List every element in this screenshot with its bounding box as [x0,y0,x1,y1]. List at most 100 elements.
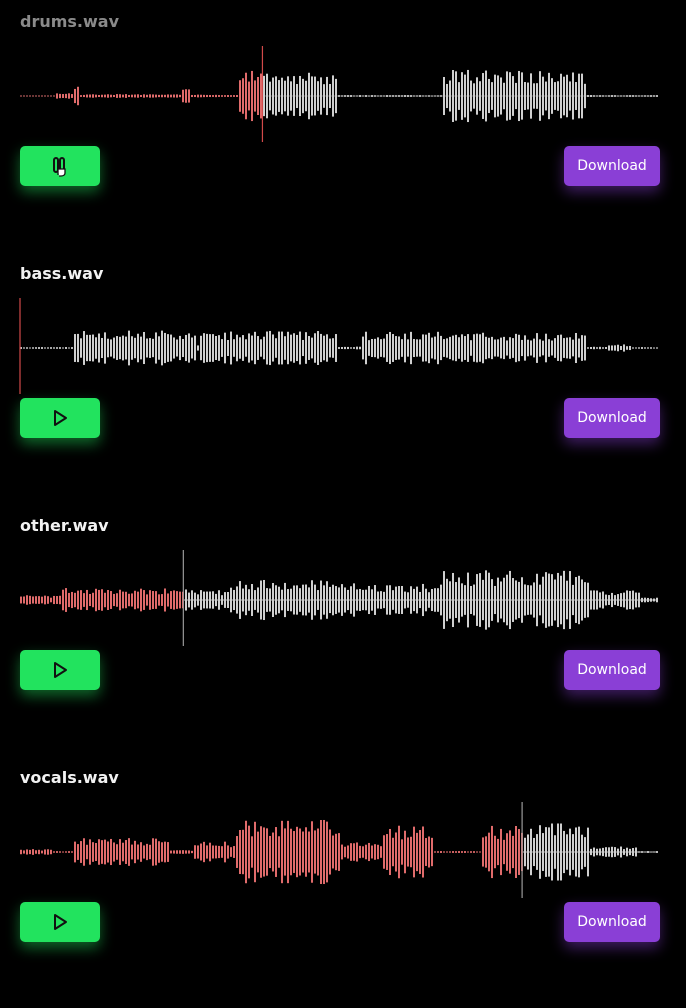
waveform-bar [203,591,205,609]
waveform-bar [200,843,202,861]
waveform-bar [140,336,142,360]
waveform-bar [275,338,277,358]
play-button[interactable] [20,902,100,942]
waveform-bar [653,347,655,349]
download-button[interactable]: Download [564,146,660,186]
waveform-bar [206,845,208,859]
waveform-bar [383,338,385,358]
pause-button[interactable] [20,146,100,186]
waveform-bar [440,851,442,853]
waveform-bar [536,83,538,109]
track-title: bass.wav [20,264,104,283]
waveform-bar [527,339,529,357]
waveform-bar [611,95,613,97]
waveform-bar [209,334,211,362]
waveform-bar [359,346,361,350]
waveform-bar [266,73,268,119]
waveform-bar [71,94,73,98]
waveform-bar [434,336,436,360]
waveform-bar [515,826,517,878]
waveform-bar [347,589,349,611]
waveform-bar [110,339,112,357]
waveform-bar [89,334,91,362]
play-button[interactable] [20,398,100,438]
waveform-bar [38,596,40,604]
waveform-bar [611,846,613,858]
waveform-bar [506,340,508,356]
waveform[interactable] [0,34,686,144]
waveform-bar [44,849,46,855]
waveform-bar [512,338,514,358]
waveform-bar [491,82,493,110]
waveform[interactable] [0,538,686,648]
waveform-bar [596,95,598,97]
waveform[interactable] [0,286,686,396]
waveform-bar [149,94,151,98]
waveform-bar [482,332,484,364]
waveform-bar [263,579,265,621]
waveform-bar [131,593,133,607]
waveform-bar [533,837,535,867]
waveform-bar [353,95,355,97]
waveform-bar [614,847,616,857]
waveform-bar [635,95,637,97]
waveform-bar [224,592,226,608]
waveform-bar [224,95,226,97]
waveform-bar [563,76,565,116]
waveform-bar [86,589,88,611]
waveform-bar [62,589,64,611]
waveform-bar [269,588,271,612]
waveform-bar [260,339,262,357]
waveform-bar [71,851,73,853]
waveform-bar [161,842,163,862]
waveform-bar [116,593,118,607]
waveform-bar [377,591,379,609]
waveform-bar [233,95,235,97]
waveform-bar [263,827,265,877]
waveform-bar [215,336,217,360]
download-button[interactable]: Download [564,902,660,942]
waveform-bar [278,331,280,365]
waveform-bar [92,842,94,862]
waveform-bar [470,80,472,112]
waveform[interactable] [0,790,686,900]
waveform-bar [593,346,595,350]
waveform-bar [197,94,199,98]
waveform-bar [167,842,169,862]
waveform-bar [101,840,103,864]
waveform-bar [80,338,82,358]
waveform-bar [452,70,454,122]
waveform-bar [176,850,178,854]
waveform-bar [221,595,223,605]
waveform-bar [59,347,61,349]
waveform-bar [188,850,190,854]
waveform-bar [173,337,175,359]
waveform-bar [185,89,187,103]
waveform-bar [365,844,367,860]
download-button[interactable]: Download [564,398,660,438]
waveform-bar [347,845,349,859]
waveform-bar [419,95,421,97]
waveform-bar [335,334,337,362]
waveform-bar [209,842,211,862]
waveform-bar [554,579,556,621]
waveform-bar [245,72,247,120]
waveform-bar [542,833,544,871]
waveform-bar [80,841,82,863]
waveform-bar [236,334,238,362]
waveform-bar [179,335,181,361]
waveform-bar [614,95,616,97]
waveform-bar [92,592,94,608]
waveform-bar [392,95,394,97]
waveform-bar [458,82,460,110]
waveform-bar [269,81,271,111]
waveform-bar [284,336,286,360]
waveform-bar [602,591,604,609]
waveform-bar [290,81,292,111]
download-button[interactable]: Download [564,650,660,690]
waveform-bar [95,588,97,612]
play-button[interactable] [20,650,100,690]
waveform-bar [47,596,49,604]
waveform-bar [572,339,574,357]
waveform-bar [419,591,421,609]
